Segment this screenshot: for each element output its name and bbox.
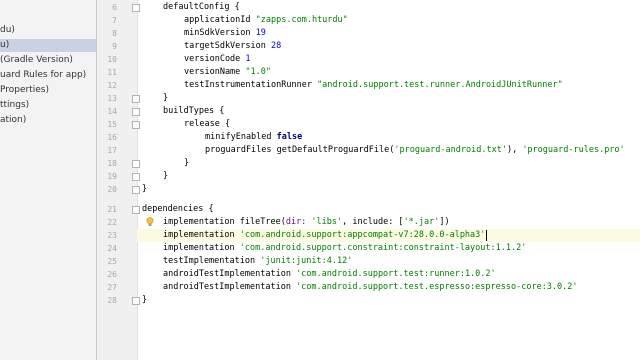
code-line[interactable]: implementation fileTree(dir: 'libs', inc… (163, 216, 450, 229)
tree-item[interactable]: du) (0, 24, 15, 37)
code-identifier: versionName (184, 67, 246, 77)
code-punctuation: ), (506, 145, 523, 155)
line-number: 12 (107, 81, 117, 90)
code-line-current[interactable]: implementation 'com.android.support:appc… (163, 229, 485, 242)
fold-marker[interactable] (132, 173, 140, 181)
line-number: 7 (112, 16, 117, 25)
code-string: 'com.android.support.test.espresso:espre… (296, 282, 578, 292)
code-identifier: applicationId (184, 15, 256, 25)
line-number: 14 (107, 107, 117, 116)
code-line[interactable]: androidTestImplementation 'com.android.s… (163, 268, 496, 281)
code-line[interactable]: buildTypes { (163, 105, 224, 118)
code-line[interactable]: proguardFiles getDefaultProguardFile('pr… (205, 144, 625, 157)
line-number: 15 (107, 120, 117, 129)
code-identifier: targetSdkVersion (184, 41, 271, 51)
code-identifier: testInstrumentationRunner (184, 80, 318, 90)
code-line[interactable]: minSdkVersion 19 (184, 27, 266, 40)
code-identifier: androidTestImplementation (163, 269, 297, 279)
line-number: 6 (112, 3, 117, 12)
code-identifier: androidTestImplementation (163, 282, 297, 292)
line-number: 26 (107, 270, 117, 279)
code-identifier: minSdkVersion (184, 28, 256, 38)
tree-item[interactable]: Properties) (0, 84, 49, 97)
text-caret (486, 230, 487, 241)
code-string: 'junit:junit:4.12' (260, 256, 353, 266)
code-string: 'com.android.support:appcompat-v7:28.0.0… (239, 230, 486, 240)
code-line[interactable]: defaultConfig { (163, 1, 240, 14)
lightbulb-icon[interactable] (146, 217, 154, 227)
code-line[interactable]: } (163, 92, 168, 105)
tree-item[interactable]: (Gradle Version) (0, 54, 73, 67)
code-identifier: minifyEnabled (205, 132, 277, 142)
code-identifier: versionCode (184, 54, 246, 64)
code-string: 'proguard-rules.pro' (522, 145, 625, 155)
code-line[interactable]: } (142, 294, 147, 307)
fold-marker[interactable] (132, 121, 140, 129)
code-line[interactable]: versionCode 1 (184, 53, 251, 66)
code-line[interactable]: versionName "1.0" (184, 66, 271, 79)
code-punctuation: ]) (439, 217, 450, 227)
code-line[interactable]: androidTestImplementation 'com.android.s… (163, 281, 578, 294)
fold-marker[interactable] (132, 186, 140, 194)
fold-marker[interactable] (132, 108, 140, 116)
code-string: 'com.android.support.test:runner:1.0.2' (296, 269, 496, 279)
code-string: 'libs' (311, 217, 343, 227)
code-line[interactable]: release { (184, 118, 230, 131)
line-number: 10 (107, 55, 117, 64)
fold-marker[interactable] (132, 206, 140, 214)
code-line[interactable]: } (184, 157, 189, 170)
code-line[interactable]: } (163, 170, 168, 183)
code-line[interactable]: minifyEnabled false (205, 131, 302, 144)
line-number: 18 (107, 159, 117, 168)
line-number: 27 (107, 283, 117, 292)
line-number: 20 (107, 185, 117, 194)
line-number: 11 (107, 68, 117, 77)
code-number: 1 (245, 54, 251, 64)
code-line[interactable]: targetSdkVersion 28 (184, 40, 281, 53)
code-line[interactable]: testImplementation 'junit:junit:4.12' (163, 255, 352, 268)
code-identifier: proguardFiles getDefaultProguardFile( (205, 145, 395, 155)
code-named-arg: dir: (285, 217, 312, 227)
code-string: "zapps.com.hturdu" (255, 15, 348, 25)
line-number: 22 (107, 218, 117, 227)
code-line[interactable]: testInstrumentationRunner "android.suppo… (184, 79, 563, 92)
fold-marker[interactable] (132, 297, 140, 305)
code-identifier: implementation (163, 243, 240, 253)
line-number: 17 (107, 146, 117, 155)
code-line[interactable]: implementation 'com.android.support.cons… (163, 242, 526, 255)
line-number: 19 (107, 172, 117, 181)
line-number: 16 (107, 133, 117, 142)
line-number: 25 (107, 257, 117, 266)
code-number: 28 (271, 41, 282, 51)
line-number: 28 (107, 296, 117, 305)
fold-marker[interactable] (132, 95, 140, 103)
code-identifier: implementation fileTree( (163, 217, 286, 227)
code-number: 19 (255, 28, 266, 38)
code-keyword: false (276, 132, 303, 142)
code-string: '*.jar' (403, 217, 440, 227)
project-sidebar: du) u) (Gradle Version) uard Rules for a… (0, 0, 97, 360)
code-line[interactable]: dependencies { (142, 203, 214, 216)
code-string: "android.support.test.runner.AndroidJUni… (317, 80, 563, 90)
code-identifier: testImplementation (163, 256, 261, 266)
line-number: 8 (112, 29, 117, 38)
code-identifier: implementation (163, 230, 240, 240)
code-line[interactable]: applicationId "zapps.com.hturdu" (184, 14, 348, 27)
line-number: 13 (107, 94, 117, 103)
fold-marker[interactable] (132, 4, 140, 12)
code-punctuation: , include: [ (342, 217, 404, 227)
code-string: "1.0" (245, 67, 272, 77)
line-number: 21 (107, 205, 117, 214)
line-number: 24 (107, 244, 117, 253)
code-string: 'proguard-android.txt' (394, 145, 507, 155)
tree-item[interactable]: ation) (0, 114, 26, 127)
line-number: 23 (107, 231, 117, 240)
line-number: 9 (112, 42, 117, 51)
tree-item[interactable]: ttings) (0, 99, 29, 112)
tree-item-selected[interactable]: u) (0, 39, 97, 52)
fold-marker[interactable] (132, 160, 140, 168)
tree-item[interactable]: uard Rules for app) (0, 69, 86, 82)
code-string: 'com.android.support.constraint:constrai… (239, 243, 527, 253)
code-line[interactable]: } (142, 183, 147, 196)
